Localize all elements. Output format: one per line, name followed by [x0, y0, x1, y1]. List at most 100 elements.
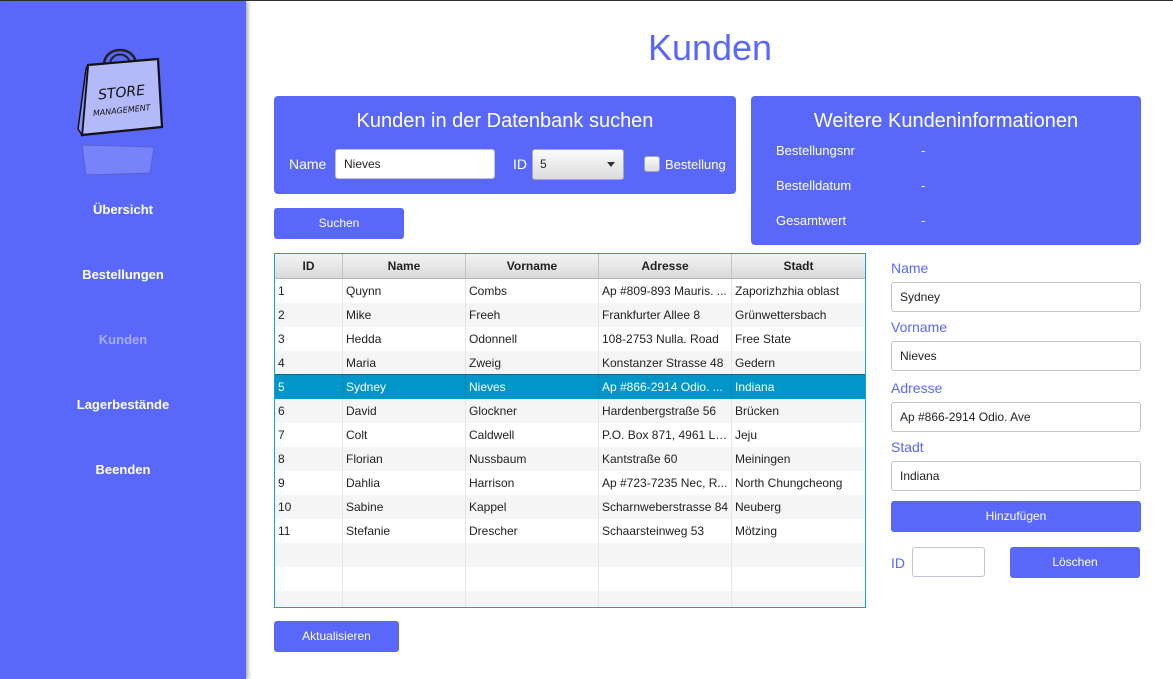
- table-cell-stadt: [732, 567, 865, 591]
- table-cell-stadt: Gedern: [735, 356, 776, 370]
- column-header-adresse[interactable]: Adresse: [599, 254, 732, 279]
- table-cell-vorname: Nussbaum: [466, 447, 599, 471]
- search-name-label: Name: [289, 156, 327, 172]
- table-row[interactable]: 10 Sabine Kappel Scharnweberstrasse 84 Neube…: [275, 495, 865, 519]
- table-cell-vorname: [466, 591, 599, 607]
- customer-table[interactable]: ID Name Vorname Adresse Stadt 1 Quynn Comb…: [274, 253, 866, 608]
- table-cell-vorname: Nieves: [466, 375, 599, 399]
- search-id-select[interactable]: 5: [532, 149, 624, 180]
- form-stadt-label: Stadt: [891, 439, 924, 455]
- table-cell-stadt: Meiningen: [735, 452, 791, 466]
- table-cell-stadt: Brücken: [735, 404, 780, 418]
- table-cell-name: Mike: [343, 303, 466, 327]
- form-name-label: Name: [891, 260, 929, 276]
- form-name-input[interactable]: [891, 282, 1141, 312]
- table-cell-vorname: Kappel: [466, 495, 599, 519]
- table-cell-id: 3: [275, 327, 343, 351]
- column-header-stadt[interactable]: Stadt: [732, 254, 865, 279]
- info-value-gesamtwert: -: [921, 213, 926, 228]
- table-row[interactable]: 11 Stefanie Drescher Schaarsteinweg 53 Mötzi…: [275, 519, 865, 543]
- delete-button[interactable]: Löschen: [1010, 547, 1140, 578]
- sidebar-item-uebersicht[interactable]: Übersicht: [0, 202, 246, 217]
- table-cell-name: Quynn: [343, 279, 466, 303]
- table-cell-vorname: Combs: [466, 279, 599, 303]
- table-cell-vorname: [466, 543, 599, 567]
- sidebar-item-lagerbestaende[interactable]: Lagerbestände: [0, 397, 246, 412]
- table-cell-id: [275, 591, 343, 607]
- table-cell-name: Maria: [343, 351, 466, 375]
- table-row[interactable]: 7 Colt Caldwell P.O. Box 871, 4961 Lu... Jej…: [275, 423, 865, 447]
- table-row[interactable]: 2 Mike Freeh Frankfurter Allee 8 Grünwetters…: [275, 303, 865, 327]
- table-cell-name: Stefanie: [343, 519, 466, 543]
- table-cell-stadt: [732, 591, 865, 607]
- search-button[interactable]: Suchen: [274, 208, 404, 239]
- sidebar-item-kunden[interactable]: Kunden: [0, 332, 246, 347]
- table-cell-name: Sydney: [343, 375, 466, 399]
- table-cell-stadt: Neuberg: [735, 500, 782, 514]
- table-cell-id: 8: [275, 447, 343, 471]
- table-row-empty: [275, 543, 865, 567]
- column-header-vorname[interactable]: Vorname: [466, 254, 599, 279]
- table-cell-vorname: Caldwell: [466, 423, 599, 447]
- table-cell-vorname: Glockner: [466, 399, 599, 423]
- table-cell-name: David: [343, 399, 466, 423]
- info-value-bestelldatum: -: [921, 178, 926, 193]
- table-row[interactable]: 3 Hedda Odonnell 108-2753 Nulla. Road Free S…: [275, 327, 865, 351]
- table-cell-id: 10: [275, 495, 343, 519]
- table-cell-vorname: Zweig: [466, 351, 599, 375]
- store-bag-logo: STORE MANAGEMENT: [77, 48, 164, 138]
- bestellung-checkbox-label: Bestellung: [665, 157, 726, 172]
- table-header: ID Name Vorname Adresse Stadt: [275, 254, 865, 279]
- add-customer-button[interactable]: Hinzufügen: [891, 501, 1141, 532]
- page-title: Kunden: [647, 27, 773, 68]
- form-stadt-input[interactable]: [891, 461, 1141, 491]
- sidebar-item-bestellungen[interactable]: Bestellungen: [0, 267, 246, 282]
- table-cell-name: Colt: [343, 423, 466, 447]
- table-cell-vorname: Freeh: [466, 303, 599, 327]
- bestellung-checkbox[interactable]: [644, 156, 660, 172]
- table-cell-adresse: [599, 543, 732, 567]
- table-cell-name: [343, 567, 466, 591]
- table-row[interactable]: 4 Maria Zweig Konstanzer Strasse 48 Gedern: [275, 351, 865, 375]
- table-cell-id: 2: [275, 303, 343, 327]
- table-cell-name: [343, 591, 466, 607]
- delete-id-label: ID: [891, 555, 905, 571]
- table-cell-adresse: Frankfurter Allee 8: [599, 303, 732, 327]
- table-row[interactable]: 1 Quynn Combs Ap #809-893 Mauris. ... Zapori…: [275, 279, 865, 303]
- table-cell-vorname: Harrison: [466, 471, 599, 495]
- column-header-name[interactable]: Name: [343, 254, 466, 279]
- table-cell-id: 5: [275, 375, 343, 399]
- refresh-button[interactable]: Aktualisieren: [274, 621, 399, 652]
- sidebar-item-beenden[interactable]: Beenden: [0, 462, 246, 477]
- chevron-down-icon: [607, 162, 615, 167]
- table-cell-stadt: Mötzing: [735, 524, 778, 538]
- table-cell-adresse: Kantstraße 60: [599, 447, 732, 471]
- table-row-empty: [275, 567, 865, 591]
- table-cell-adresse: Ap #809-893 Mauris. ...: [599, 279, 732, 303]
- table-cell-id: 7: [275, 423, 343, 447]
- form-vorname-label: Vorname: [891, 319, 948, 335]
- search-name-input[interactable]: [335, 149, 495, 179]
- table-cell-vorname: Odonnell: [466, 327, 599, 351]
- info-label-gesamtwert: Gesamtwert: [776, 213, 847, 228]
- table-cell-name: [343, 543, 466, 567]
- table-cell-vorname: [466, 567, 599, 591]
- table-row[interactable]: 9 Dahlia Harrison Ap #723-7235 Nec, R... Nor…: [275, 471, 865, 495]
- table-row[interactable]: 8 Florian Nussbaum Kantstraße 60 Meiningen: [275, 447, 865, 471]
- table-cell-stadt: North Chungcheong: [735, 476, 843, 490]
- info-label-bestelldatum: Bestelldatum: [776, 178, 852, 193]
- form-vorname-input[interactable]: [891, 341, 1141, 371]
- table-cell-adresse: Ap #866-2914 Odio. ...: [599, 375, 732, 399]
- table-cell-stadt: Indiana: [735, 380, 775, 394]
- form-adresse-input[interactable]: [891, 402, 1141, 432]
- column-header-id[interactable]: ID: [275, 254, 343, 279]
- customer-info-panel: Weitere Kundeninformationen Bestellungsn…: [751, 96, 1141, 245]
- table-cell-adresse: Schaarsteinweg 53: [599, 519, 732, 543]
- table-cell-stadt: Free State: [735, 332, 792, 346]
- table-row[interactable]: 5 Sydney Nieves Ap #866-2914 Odio. ... India…: [275, 374, 865, 400]
- delete-id-input[interactable]: [912, 547, 985, 577]
- table-row[interactable]: 6 David Glockner Hardenbergstraße 56 Brücken: [275, 399, 865, 423]
- table-cell-stadt: Zaporizhzhia oblast: [735, 284, 840, 298]
- table-cell-name: Dahlia: [343, 471, 466, 495]
- table-cell-name: Florian: [343, 447, 466, 471]
